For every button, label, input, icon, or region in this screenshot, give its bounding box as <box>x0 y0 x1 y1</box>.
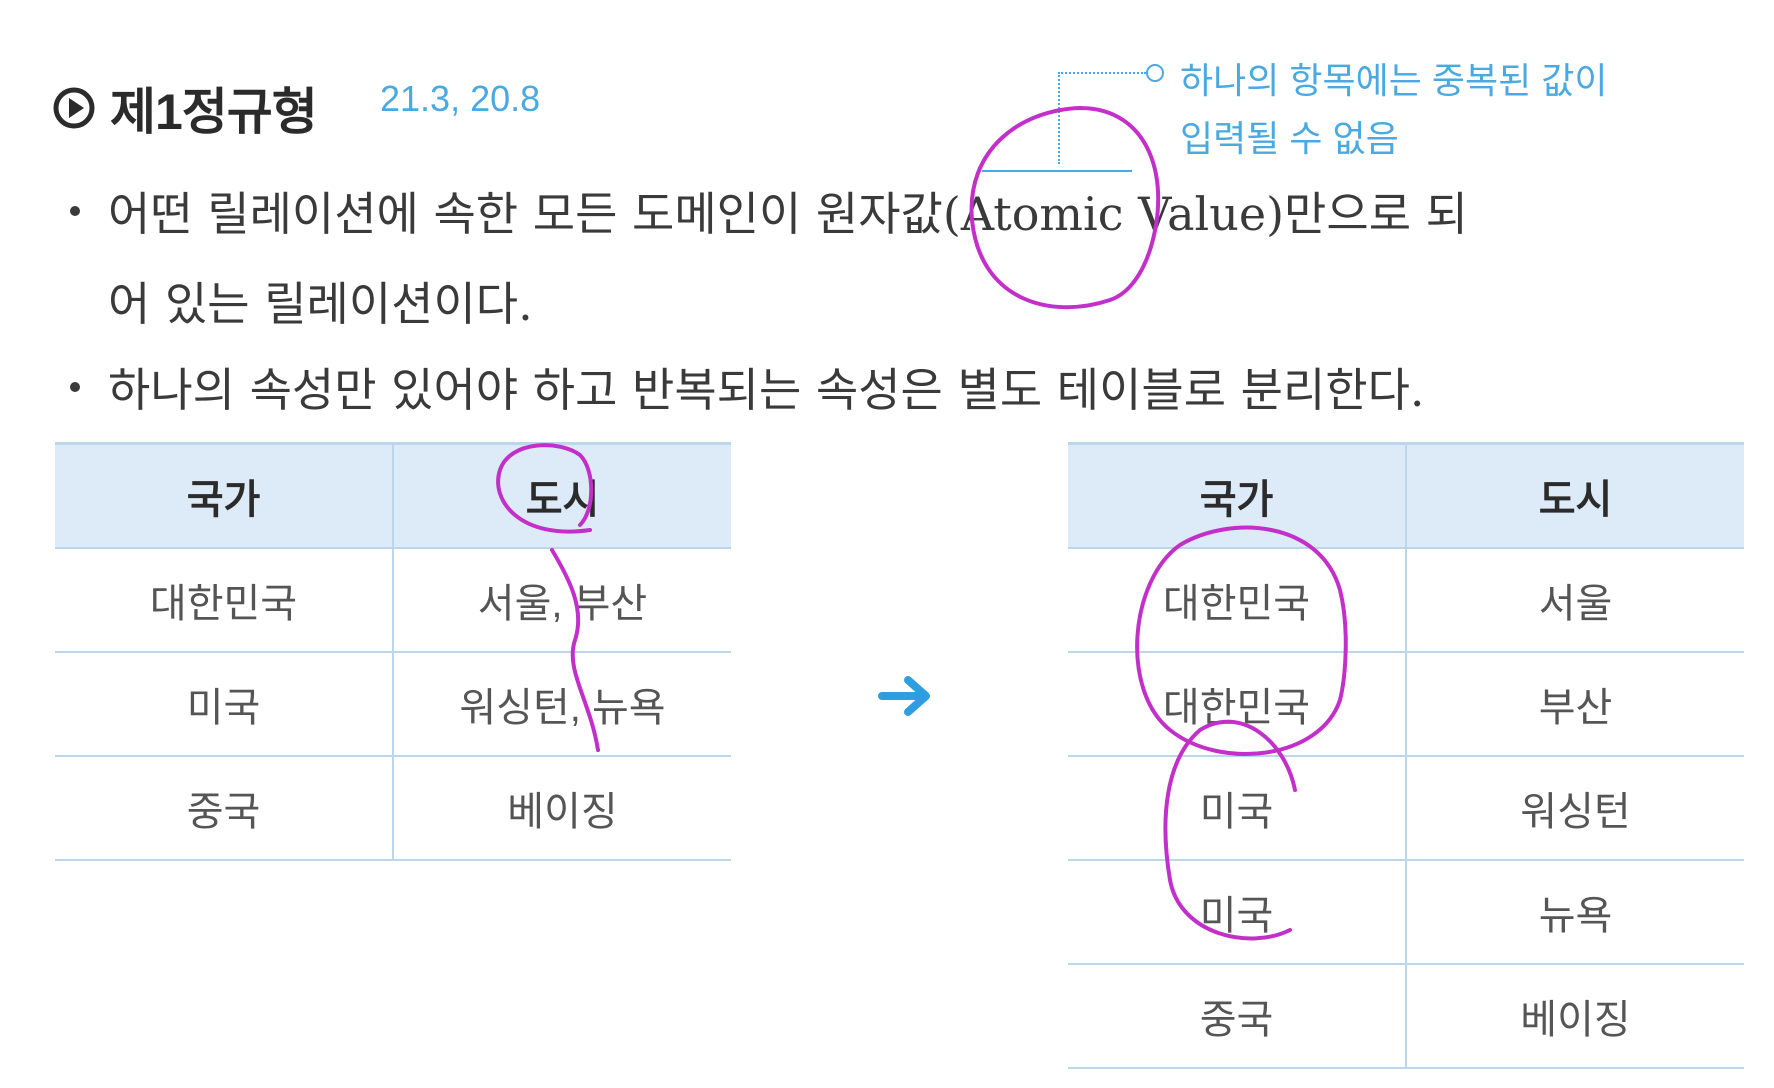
table-row: 미국 뉴욕 <box>1068 860 1744 965</box>
side-note: 하나의 항목에는 중복된 값이 입력될 수 없음 <box>1180 52 1607 168</box>
normalized-table: 국가 도시 대한민국 서울 대한민국 부산 미국 워싱턴 미국 뉴욕 중국 베이… <box>1068 442 1744 1069</box>
bullet-2: 하나의 속성만 있어야 하고 반복되는 속성은 별도 테이블로 분리한다. <box>108 363 1425 417</box>
table-cell: 서울, 부산 <box>392 548 731 653</box>
unnormalized-table: 국가 도시 대한민국 서울, 부산 미국 워싱턴, 뉴욕 중국 베이징 <box>55 442 731 861</box>
heading-title: 제1정규형 <box>110 84 318 140</box>
table-row: 미국 워싱턴 <box>1068 756 1744 861</box>
table-cell: 대한민국 <box>55 548 393 653</box>
table-row: 대한민국 부산 <box>1068 652 1744 757</box>
bullet-1-line-1: 어떤 릴레이션에 속한 모든 도메인이 원자값(Atomic Value)만으로… <box>108 187 1468 241</box>
table-cell: 미국 <box>1068 756 1406 861</box>
arrow-right-icon <box>878 676 930 716</box>
column-header: 도시 <box>392 442 731 549</box>
table-cell: 미국 <box>1068 860 1406 965</box>
note-marker <box>1146 64 1164 82</box>
section-heading: 제1정규형 <box>52 72 318 144</box>
table-cell: 베이징 <box>1405 964 1744 1069</box>
table-cell: 중국 <box>55 756 393 861</box>
table-cell: 부산 <box>1405 652 1744 757</box>
table-cell: 워싱턴 <box>1405 756 1744 861</box>
table-cell: 뉴욕 <box>1405 860 1744 965</box>
table-cell: 베이징 <box>392 756 731 861</box>
bullet-dot <box>70 206 80 216</box>
note-underline <box>982 170 1132 172</box>
table-row: 대한민국 서울, 부산 <box>55 548 731 653</box>
bullet-1-line-2: 어 있는 릴레이션이다. <box>108 277 533 331</box>
column-header: 국가 <box>55 442 393 549</box>
note-connector <box>1058 72 1146 74</box>
table-cell: 워싱턴, 뉴욕 <box>392 652 731 757</box>
table-cell: 대한민국 <box>1068 652 1406 757</box>
table-cell: 미국 <box>55 652 393 757</box>
table-cell: 대한민국 <box>1068 548 1406 653</box>
bullet-dot <box>70 382 80 392</box>
table-row: 중국 베이징 <box>55 756 731 861</box>
table-row: 미국 워싱턴, 뉴욕 <box>55 652 731 757</box>
table-row: 중국 베이징 <box>1068 964 1744 1069</box>
note-connector-vertical <box>1058 72 1060 164</box>
note-line-2: 입력될 수 없음 <box>1180 118 1399 159</box>
note-line-1: 하나의 항목에는 중복된 값이 <box>1180 60 1608 101</box>
table-cell: 서울 <box>1405 548 1744 653</box>
play-circle-icon <box>53 87 95 129</box>
exam-years: 21.3, 20.8 <box>380 78 541 119</box>
column-header: 도시 <box>1405 442 1744 549</box>
table-cell: 중국 <box>1068 964 1406 1069</box>
column-header: 국가 <box>1068 442 1406 549</box>
table-row: 대한민국 서울 <box>1068 548 1744 653</box>
